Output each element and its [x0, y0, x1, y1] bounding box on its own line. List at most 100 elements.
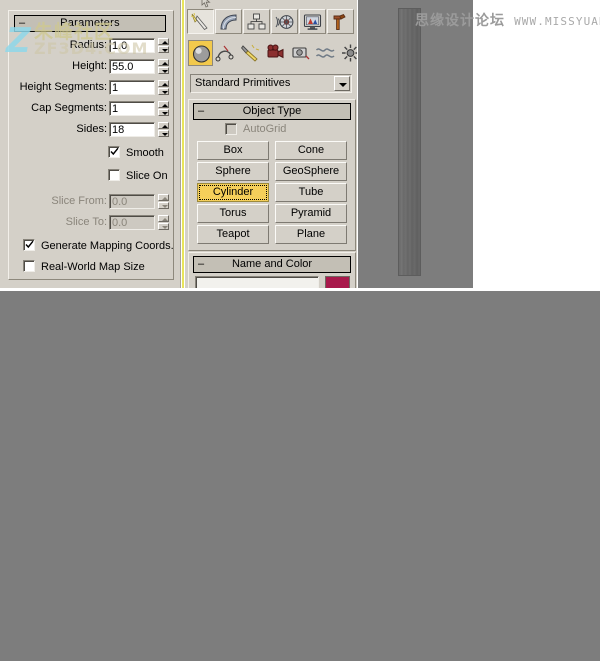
slice-to-label: Slice To:	[65, 216, 107, 228]
spinner-up-icon[interactable]	[158, 80, 169, 87]
cap-segments-label: Cap Segments:	[31, 102, 107, 114]
category-geometry[interactable]	[188, 40, 213, 66]
slice-to-spinner	[158, 215, 169, 230]
collapse-icon[interactable]: –	[198, 104, 204, 118]
tab-create[interactable]	[187, 9, 214, 34]
radius-spinner[interactable]	[158, 38, 169, 53]
command-panel: Standard Primitives – Object Type AutoGr…	[185, 0, 357, 288]
object-type-rollout: – Object Type AutoGrid Box Cone Sphere G…	[188, 99, 356, 251]
radius-row: Radius: 1.0	[9, 37, 173, 54]
create-box-button[interactable]: Box	[197, 141, 269, 160]
generate-mapping-coords-label: Generate Mapping Coords.	[41, 240, 174, 252]
name-and-color-header[interactable]: – Name and Color	[193, 256, 351, 273]
category-dropdown[interactable]: Standard Primitives	[190, 74, 352, 93]
watermark-right-chinese: 思缘设计论坛	[415, 13, 505, 29]
smooth-row: Smooth	[9, 145, 173, 162]
collapse-icon[interactable]: –	[19, 16, 25, 30]
name-and-color-rollout: – Name and Color	[188, 252, 356, 288]
cap-segments-input[interactable]: 1	[109, 101, 155, 116]
watermark-right-english: WWW.MISSYUAN.COM	[514, 15, 600, 28]
object-name-input[interactable]	[195, 276, 319, 288]
chevron-down-icon[interactable]	[334, 76, 350, 91]
object-type-header[interactable]: – Object Type	[193, 103, 351, 120]
collapse-icon[interactable]: –	[198, 257, 204, 271]
category-shapes[interactable]	[213, 40, 238, 66]
height-segments-input[interactable]: 1	[109, 80, 155, 95]
parameters-rollout-header[interactable]: – Parameters	[14, 15, 166, 32]
create-sphere-button[interactable]: Sphere	[197, 162, 269, 181]
cap-segments-spinner[interactable]	[158, 101, 169, 116]
front-viewport[interactable]	[358, 0, 473, 288]
create-geosphere-button[interactable]: GeoSphere	[275, 162, 347, 181]
height-spinner[interactable]	[158, 59, 169, 74]
top-area: – Parameters Radius: 1.0 Height: 55.0 He…	[0, 0, 600, 290]
create-tube-button[interactable]: Tube	[275, 183, 347, 202]
category-space-warps[interactable]	[313, 40, 338, 66]
spinner-up-icon[interactable]	[158, 122, 169, 129]
category-cameras[interactable]	[263, 40, 288, 66]
cylinder-front-view[interactable]	[398, 8, 421, 276]
create-teapot-button[interactable]: Teapot	[197, 225, 269, 244]
command-panel-tabs	[187, 9, 355, 35]
check-icon	[110, 147, 119, 156]
height-input[interactable]: 55.0	[109, 59, 155, 74]
spinner-down-icon	[158, 202, 169, 209]
tab-motion[interactable]	[271, 9, 298, 34]
object-type-title: Object Type	[242, 105, 302, 117]
parameters-panel: – Parameters Radius: 1.0 Height: 55.0 He…	[0, 0, 181, 288]
slice-from-row: Slice From: 0.0	[9, 193, 173, 210]
sides-spinner[interactable]	[158, 122, 169, 137]
spinner-up-icon	[158, 194, 169, 201]
tab-modify[interactable]	[215, 9, 242, 34]
spinner-down-icon[interactable]	[158, 130, 169, 137]
create-pyramid-button[interactable]: Pyramid	[275, 204, 347, 223]
spinner-down-icon[interactable]	[158, 88, 169, 95]
height-segments-row: Height Segments: 1	[9, 79, 173, 96]
generate-mapping-coords-row: Generate Mapping Coords.	[9, 238, 174, 255]
tab-utilities[interactable]	[327, 9, 354, 34]
slice-from-label: Slice From:	[51, 195, 107, 207]
spinner-up-icon[interactable]	[158, 38, 169, 45]
object-category-row	[188, 40, 357, 68]
category-helpers[interactable]	[288, 40, 313, 66]
category-systems[interactable]	[338, 40, 357, 66]
category-dropdown-value: Standard Primitives	[195, 77, 291, 89]
height-label: Height:	[72, 60, 107, 72]
top-viewport[interactable]	[0, 291, 600, 661]
spinner-up-icon[interactable]	[158, 101, 169, 108]
real-world-map-size-checkbox[interactable]	[23, 260, 35, 272]
parameters-rollout: – Parameters Radius: 1.0 Height: 55.0 He…	[8, 10, 174, 280]
spinner-up-icon[interactable]	[158, 59, 169, 66]
spinner-down-icon[interactable]	[158, 109, 169, 116]
generate-mapping-coords-checkbox[interactable]	[23, 239, 35, 251]
create-torus-button[interactable]: Torus	[197, 204, 269, 223]
name-and-color-title: Name and Color	[231, 258, 313, 270]
spinner-down-icon[interactable]	[158, 67, 169, 74]
slice-on-row: Slice On	[9, 168, 173, 185]
slice-from-spinner	[158, 194, 169, 209]
smooth-label: Smooth	[126, 147, 164, 159]
smooth-checkbox[interactable]	[108, 146, 120, 158]
slice-on-checkbox[interactable]	[108, 169, 120, 181]
spinner-down-icon[interactable]	[158, 46, 169, 53]
height-segments-label: Height Segments:	[19, 81, 107, 93]
sides-label: Sides:	[76, 123, 107, 135]
slice-to-row: Slice To: 0.0	[9, 214, 173, 231]
watermark-right: 思缘设计论坛 WWW.MISSYUAN.COM	[415, 10, 600, 29]
real-world-map-size-row: Real-World Map Size	[9, 259, 173, 276]
category-lights[interactable]	[238, 40, 263, 66]
tab-display[interactable]	[299, 9, 326, 34]
object-color-swatch[interactable]	[325, 276, 350, 288]
tab-hierarchy[interactable]	[243, 9, 270, 34]
sides-input[interactable]: 18	[109, 122, 155, 137]
create-cylinder-button[interactable]: Cylinder	[197, 183, 269, 202]
top-right-blank-area	[473, 0, 600, 288]
autogrid-checkbox	[225, 123, 237, 135]
spinner-down-icon	[158, 223, 169, 230]
parameters-title: Parameters	[60, 17, 120, 29]
slice-from-input: 0.0	[109, 194, 155, 209]
create-plane-button[interactable]: Plane	[275, 225, 347, 244]
create-cone-button[interactable]: Cone	[275, 141, 347, 160]
height-segments-spinner[interactable]	[158, 80, 169, 95]
radius-input[interactable]: 1.0	[109, 38, 155, 53]
